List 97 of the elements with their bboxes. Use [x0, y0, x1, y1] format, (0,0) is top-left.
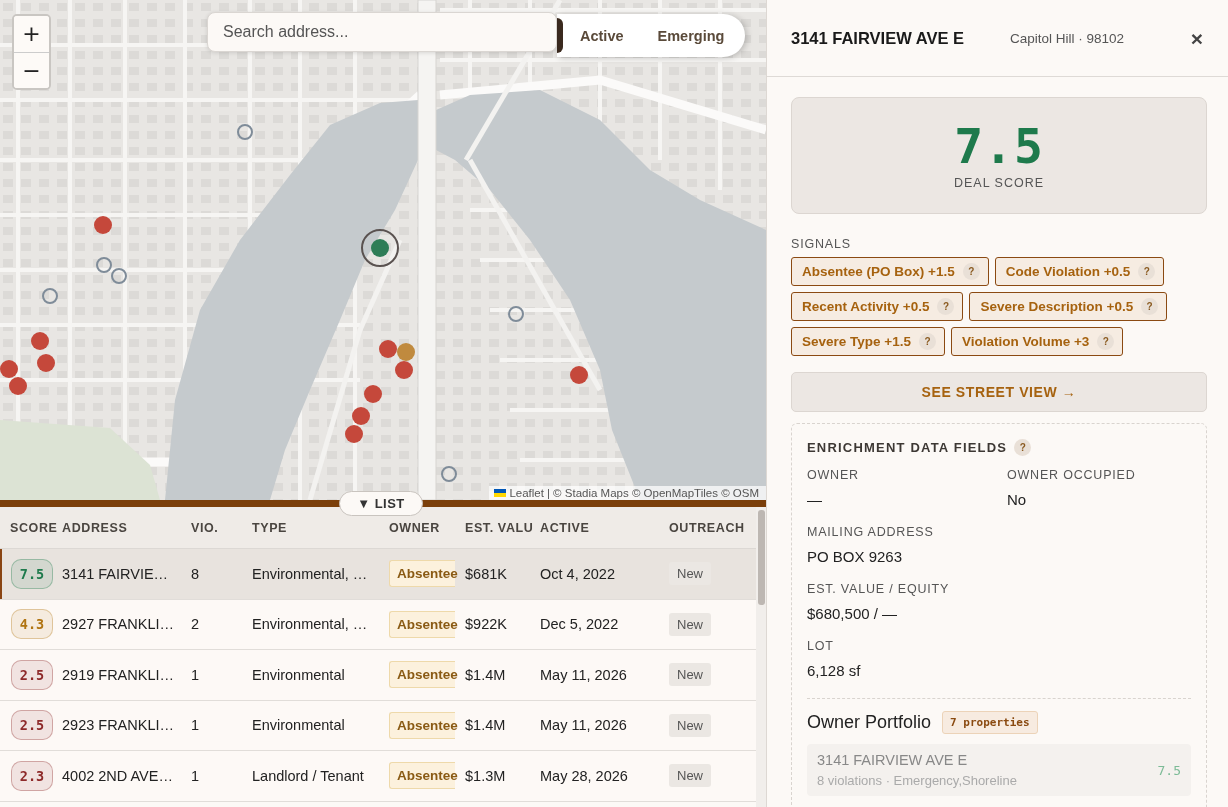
- marker-ring-icon[interactable]: [42, 288, 58, 304]
- deal-score-label: DEAL SCORE: [953, 175, 1045, 190]
- signal-label: Severe Description +0.5: [980, 299, 1134, 314]
- table-cell-text: $1.4M: [465, 717, 507, 734]
- portfolio-address: 3141 FAIRVIEW AVE E: [817, 752, 969, 768]
- field-value: 6,128 sf: [807, 662, 862, 679]
- table-cell-text: $1.4M: [465, 666, 507, 683]
- signal-label: Absentee (PO Box) +1.5: [802, 264, 955, 279]
- portfolio-detail: 8 violations · Emergency,Shoreline: [817, 773, 1018, 788]
- property-subtitle: Capitol Hill · 98102: [1010, 30, 1125, 46]
- table-cell-text: Dec 5, 2022: [540, 616, 620, 633]
- column-header: OUTREACH: [669, 520, 746, 535]
- table-cell-text: 1: [191, 666, 201, 683]
- field-value: PO BOX 9263: [807, 548, 904, 565]
- field-value: $680,500 / —: [807, 605, 899, 622]
- table-cell-text: May 11, 2026: [540, 666, 628, 683]
- column-header: ADDRESS: [62, 520, 129, 535]
- help-button[interactable]: ?: [1097, 333, 1115, 350]
- section-title: ENRICHMENT DATA FIELDS: [807, 440, 1008, 455]
- column-header: ACTIVE: [540, 520, 591, 535]
- field-label: MAILING ADDRESS: [807, 525, 935, 539]
- help-button[interactable]: ?: [937, 298, 955, 315]
- status-tag: New: [669, 663, 711, 687]
- field-value: No: [1007, 491, 1028, 508]
- status-tag: New: [669, 562, 711, 586]
- signal-label: Violation Volume +3: [961, 334, 1090, 349]
- score-badge: 2.5: [11, 710, 53, 741]
- signal-label: Recent Activity +0.5: [802, 299, 930, 314]
- status-tag: New: [669, 612, 711, 636]
- count-badge: 7 properties: [942, 711, 1038, 734]
- filter-tab[interactable]: Active: [563, 18, 641, 53]
- help-button[interactable]: ?: [1141, 298, 1159, 315]
- list-toggle-button[interactable]: ▼ LIST: [339, 491, 423, 516]
- status-tag: New: [669, 764, 711, 788]
- score-badge: 4.3: [11, 609, 53, 640]
- help-button[interactable]: ?: [1014, 439, 1032, 456]
- table-cell-text: Oct 4, 2022: [540, 565, 616, 582]
- table-cell-text: $922K: [465, 616, 508, 633]
- score-badge: 2.3: [11, 760, 53, 791]
- score-badge: 2.5: [11, 659, 53, 690]
- marker-ring-icon[interactable]: [508, 306, 524, 322]
- section-label: SIGNALS: [791, 237, 852, 251]
- field-label: OWNER: [807, 468, 860, 482]
- table-cell-text: 8: [191, 565, 201, 582]
- table-cell-text: 2919 FRANKLI…: [62, 666, 176, 683]
- column-header: VIO.: [191, 520, 220, 535]
- help-button[interactable]: ?: [918, 333, 936, 350]
- column-header: OWNER: [389, 520, 441, 535]
- zoom-out-button[interactable]: −: [14, 52, 49, 88]
- flag-icon: [494, 489, 507, 497]
- marker-ring-icon[interactable]: [111, 268, 127, 284]
- portfolio-score: 7.5: [1157, 762, 1181, 778]
- score-badge: 7.5: [11, 558, 53, 589]
- table-cell-text: $1.3M: [465, 767, 507, 784]
- field-label: OWNER OCCUPIED: [1007, 468, 1137, 482]
- scrollbar-thumb[interactable]: [758, 510, 765, 605]
- table-cell-text: May 28, 2026: [540, 767, 629, 784]
- table-cell-text: Environmental, …: [252, 565, 369, 582]
- marker-ring-icon[interactable]: [237, 124, 253, 140]
- column-header: SCORE: [10, 520, 59, 535]
- table-cell-text: 1: [191, 767, 201, 784]
- selected-ring-icon[interactable]: [361, 229, 399, 267]
- signal-label: Severe Type +1.5: [802, 334, 911, 349]
- help-button[interactable]: ?: [962, 263, 980, 280]
- field-label: EST. VALUE / EQUITY: [807, 582, 951, 596]
- table-cell-text: Environmental, …: [252, 616, 369, 633]
- table-cell-text: Environmental: [252, 666, 346, 683]
- attribution-text: | © Stadia Maps © OpenMapTiles © OSM: [546, 487, 759, 499]
- table-cell-text: 4002 2ND AVE…: [62, 767, 174, 784]
- filter-tab[interactable]: Emerging: [640, 18, 742, 53]
- table-cell-text: Landlord / Tenant: [252, 767, 365, 784]
- street-view-button[interactable]: SEE STREET VIEW →: [791, 372, 1207, 412]
- table-cell-text: $681K: [465, 565, 508, 582]
- property-title: 3141 FAIRVIEW AVE E: [791, 28, 964, 48]
- search-field[interactable]: Search address...: [207, 12, 557, 52]
- field-label: LOT: [807, 639, 835, 653]
- table-cell-text: 3141 FAIRVIE…: [62, 565, 170, 582]
- marker-ring-icon[interactable]: [96, 257, 112, 273]
- table-row[interactable]: 7.5 3141 FAIRVIE… 8 Environmental, … Absentee $681K Oct 4, 2022 New: [0, 549, 756, 600]
- deal-score-value: 7.5: [954, 121, 1044, 170]
- column-header: TYPE: [252, 520, 289, 535]
- table-cell-text: Environmental: [252, 717, 346, 734]
- column-header: EST. VALU: [465, 520, 535, 535]
- filter-tab[interactable]: [557, 18, 563, 53]
- attribution-link[interactable]: Leaflet: [509, 487, 544, 499]
- signal-label: Code Violation +0.5: [1005, 264, 1131, 279]
- marker-ring-icon[interactable]: [441, 466, 457, 482]
- table-cell-text: 2927 FRANKLI…: [62, 616, 176, 633]
- close-button[interactable]: ×: [1186, 27, 1207, 49]
- table-cell-text: May 11, 2026: [540, 717, 628, 734]
- table-cell-text: 2923 FRANKLI…: [62, 717, 176, 734]
- field-value: —: [807, 491, 823, 508]
- portfolio-title: Owner Portfolio: [807, 712, 932, 733]
- status-tag: New: [669, 713, 711, 737]
- table-cell-text: 2: [191, 616, 201, 633]
- table-cell-text: 1: [191, 717, 201, 734]
- help-button[interactable]: ?: [1138, 263, 1156, 280]
